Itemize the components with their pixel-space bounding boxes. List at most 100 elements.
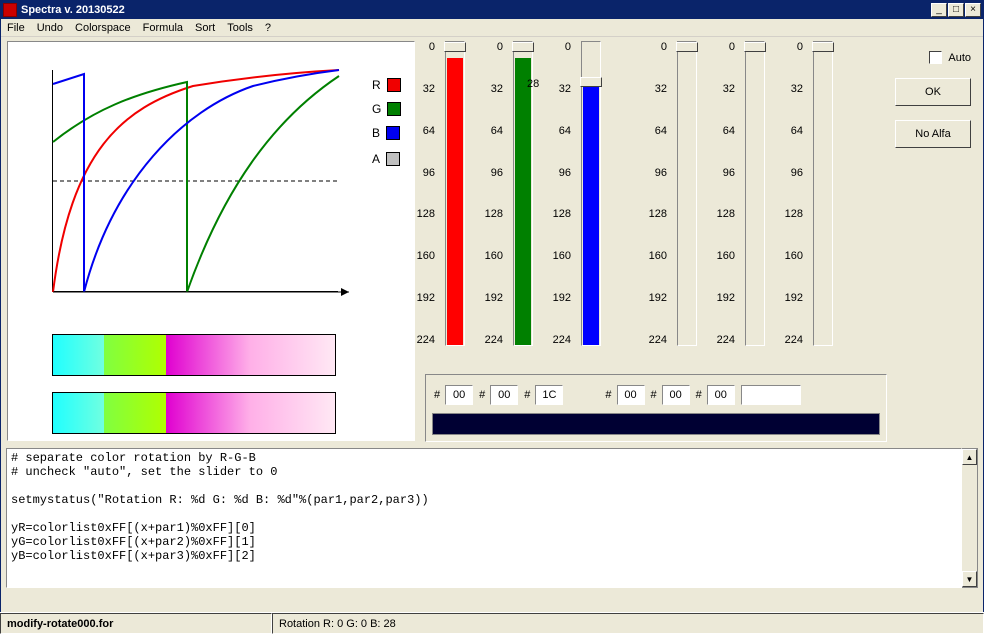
graph-panel: R G B A (7, 41, 415, 441)
tick-label: 128 (477, 208, 503, 220)
tick-label: 192 (709, 292, 735, 304)
legend-label-r: R (372, 78, 381, 92)
legend-r: R (372, 78, 401, 92)
sliders-panel: 0326496128160192224032649612816019222403… (421, 41, 977, 442)
slider-track-2[interactable] (581, 41, 601, 346)
hash-icon: # (651, 389, 657, 401)
slider-thumb[interactable] (744, 42, 766, 52)
slider-fill (583, 87, 599, 345)
legend-a: A (372, 152, 401, 166)
hex-input-5[interactable] (707, 385, 735, 405)
tick-label: 160 (641, 250, 667, 262)
hex-field-3: # (605, 385, 644, 405)
hex-field-5: # (696, 385, 735, 405)
tick-label: 160 (709, 250, 735, 262)
legend-label-g: G (372, 102, 381, 116)
hex-input-4[interactable] (662, 385, 690, 405)
slider-track-5[interactable] (813, 41, 833, 346)
scroll-up-icon[interactable]: ▲ (962, 449, 977, 465)
gradient-lower (52, 392, 336, 434)
menu-file[interactable]: File (7, 22, 25, 34)
hash-icon: # (434, 389, 440, 401)
tick-label: 96 (477, 167, 503, 179)
slider-track-4[interactable] (745, 41, 765, 346)
slider-4: 0326496128160192224 (725, 41, 785, 346)
ok-button[interactable]: OK (895, 78, 971, 106)
hex-field-4: # (651, 385, 690, 405)
window-title: Spectra v. 20130522 (21, 4, 931, 16)
tick-label: 64 (709, 125, 735, 137)
hex-field-1: # (479, 385, 518, 405)
scrollbar[interactable]: ▲ ▼ (962, 448, 978, 588)
tick-label: 192 (777, 292, 803, 304)
menu-help[interactable]: ? (265, 22, 271, 34)
legend: R G B A (372, 78, 401, 176)
tick-label: 128 (409, 208, 435, 220)
color-preview (432, 413, 880, 435)
maximize-button[interactable]: □ (948, 3, 964, 17)
tick-label: 96 (777, 167, 803, 179)
slider-2: 032649612816019222428 (561, 41, 621, 346)
tick-label: 128 (709, 208, 735, 220)
legend-label-a: A (372, 152, 380, 166)
tick-label: 32 (477, 83, 503, 95)
menubar: File Undo Colorspace Formula Sort Tools … (1, 19, 983, 37)
tick-label: 192 (409, 292, 435, 304)
auto-checkbox[interactable] (929, 51, 942, 64)
slider-thumb[interactable] (444, 42, 466, 52)
tick-label: 64 (641, 125, 667, 137)
code-area: ▲ ▼ (6, 448, 978, 588)
slider-fill (447, 58, 463, 345)
legend-swatch-b (386, 126, 400, 140)
slider-track-3[interactable] (677, 41, 697, 346)
menu-undo[interactable]: Undo (37, 22, 63, 34)
hex-field-2: # (524, 385, 563, 405)
legend-b: B (372, 126, 401, 140)
hash-icon: # (479, 389, 485, 401)
tick-label: 0 (545, 41, 571, 53)
tick-label: 128 (545, 208, 571, 220)
auto-checkbox-row: Auto (929, 51, 971, 64)
app-icon (3, 3, 17, 17)
menu-formula[interactable]: Formula (143, 22, 183, 34)
tick-label: 32 (545, 83, 571, 95)
menu-colorspace[interactable]: Colorspace (75, 22, 131, 34)
hex-field-0: # (434, 385, 473, 405)
slider-3: 0326496128160192224 (657, 41, 717, 346)
slider-1: 0326496128160192224 (493, 41, 553, 346)
code-textarea[interactable] (6, 448, 962, 588)
tick-label: 0 (477, 41, 503, 53)
slider-track-0[interactable] (445, 41, 465, 346)
slider-thumb[interactable] (812, 42, 834, 52)
menu-tools[interactable]: Tools (227, 22, 253, 34)
hex-input-3[interactable] (617, 385, 645, 405)
menu-sort[interactable]: Sort (195, 22, 215, 34)
status-filename: modify-rotate000.for (0, 613, 272, 634)
no-alfa-button[interactable]: No Alfa (895, 120, 971, 148)
tick-label: 160 (409, 250, 435, 262)
tick-label: 96 (545, 167, 571, 179)
tick-label: 64 (777, 125, 803, 137)
hash-icon: # (605, 389, 611, 401)
minimize-button[interactable]: _ (931, 3, 947, 17)
slider-thumb[interactable] (676, 42, 698, 52)
slider-thumb[interactable] (512, 42, 534, 52)
hex-input-1[interactable] (490, 385, 518, 405)
hex-combined[interactable] (741, 385, 801, 405)
hash-icon: # (524, 389, 530, 401)
tick-label: 64 (477, 125, 503, 137)
hex-input-2[interactable] (535, 385, 563, 405)
scroll-down-icon[interactable]: ▼ (962, 571, 977, 587)
slider-thumb[interactable] (580, 77, 602, 87)
legend-label-b: B (372, 126, 380, 140)
hex-input-0[interactable] (445, 385, 473, 405)
legend-swatch-a (386, 152, 400, 166)
tick-label: 224 (709, 334, 735, 346)
tick-label: 192 (641, 292, 667, 304)
tick-label: 96 (709, 167, 735, 179)
tick-label: 0 (777, 41, 803, 53)
close-button[interactable]: × (965, 3, 981, 17)
tick-label: 32 (409, 83, 435, 95)
tick-label: 32 (777, 83, 803, 95)
tick-label: 224 (641, 334, 667, 346)
